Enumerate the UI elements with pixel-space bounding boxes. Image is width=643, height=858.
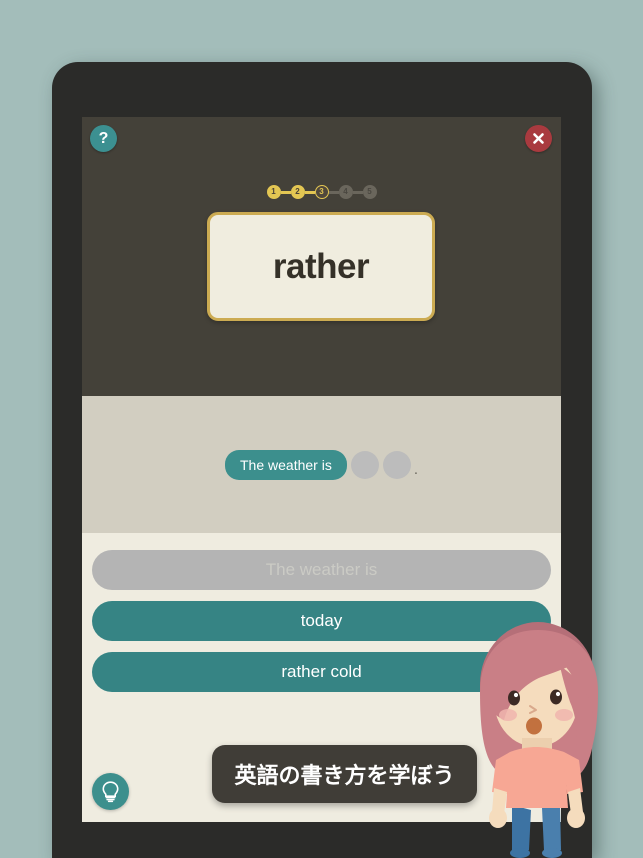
question-mark-icon: ?	[98, 129, 109, 147]
step-node-3: 3	[314, 185, 329, 199]
close-button[interactable]	[525, 125, 552, 152]
option-button-the-weather-is: The weather is	[92, 550, 551, 590]
answer-chip-filled[interactable]: The weather is	[225, 449, 347, 480]
lightbulb-icon	[102, 781, 119, 803]
step-progress-indicator: 1 2 3 4 5	[82, 185, 561, 199]
answer-row: The weather is .	[225, 449, 418, 480]
word-card-text: rather	[272, 246, 370, 286]
step-connector-4	[352, 190, 363, 194]
step-node-5: 5	[362, 185, 377, 199]
step-connector-3	[328, 190, 339, 194]
word-card: rather	[207, 212, 435, 321]
tooltip-text: 英語の書き方を学ぼう	[234, 763, 455, 788]
step-node-1: 1	[266, 185, 281, 199]
hint-button[interactable]	[92, 773, 129, 810]
step-node-2: 2	[290, 185, 305, 199]
tooltip-bubble: 英語の書き方を学ぼう	[212, 745, 477, 803]
answer-period: .	[413, 460, 418, 478]
step-connector-2	[304, 190, 315, 194]
close-x-icon	[533, 133, 544, 144]
mascot-character	[452, 620, 643, 858]
answer-slot-empty-1[interactable]	[350, 450, 379, 479]
help-button[interactable]: ?	[90, 125, 117, 152]
answer-area: The weather is .	[82, 396, 561, 533]
step-node-4: 4	[338, 185, 353, 199]
step-connector-1	[280, 190, 291, 194]
girl-character-illustration	[480, 622, 598, 858]
answer-slot-empty-2[interactable]	[382, 450, 411, 479]
prompt-panel: ? 1 2 3 4 5 rather	[82, 117, 561, 396]
